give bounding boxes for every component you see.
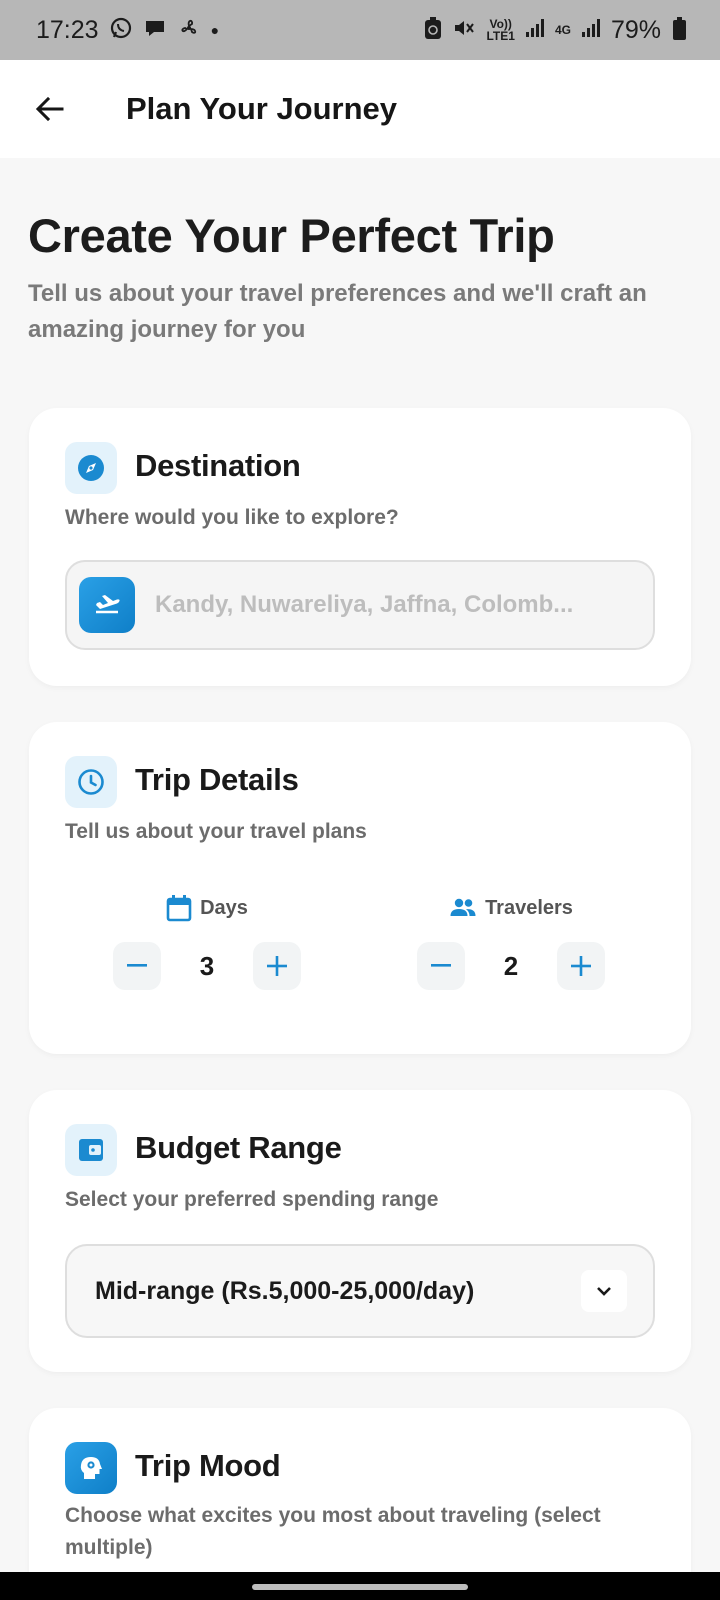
trip-details-subtitle: Tell us about your travel plans <box>65 820 367 843</box>
days-stepper: Days 3 <box>77 892 337 990</box>
destination-title: Destination <box>135 448 301 483</box>
destination-field[interactable] <box>65 560 655 650</box>
app-bar: Plan Your Journey <box>0 60 720 158</box>
days-value: 3 <box>199 950 215 981</box>
budget-card: Budget Range Select your preferred spend… <box>29 1090 691 1372</box>
battery-percent: 79% <box>610 15 661 44</box>
minus-icon <box>431 964 451 967</box>
wallet-icon <box>65 1124 117 1176</box>
budget-subtitle: Select your preferred spending range <box>65 1188 439 1211</box>
calendar-icon <box>166 895 192 922</box>
data-saver-icon <box>424 16 442 44</box>
minus-icon <box>127 964 147 967</box>
trip-mood-subtitle: Choose what excites you most about trave… <box>65 1504 601 1559</box>
travelers-label-row: Travelers <box>381 892 641 924</box>
status-right: Vo)) LTE1 4G 79% <box>424 16 686 45</box>
hero-title: Create Your Perfect Trip <box>28 209 555 262</box>
destination-input[interactable] <box>155 591 625 619</box>
status-bar: 17:23 ● Vo)) LTE1 4G 79% <box>0 0 720 60</box>
compass-icon <box>65 442 117 494</box>
trip-mood-title: Trip Mood <box>135 1448 281 1483</box>
network-type: 4G <box>554 23 571 37</box>
home-gesture-handle[interactable] <box>252 1584 468 1590</box>
plus-icon <box>571 956 591 976</box>
whatsapp-icon <box>109 16 133 44</box>
destination-card: Destination Where would you like to expl… <box>29 408 691 686</box>
clock-icon <box>65 756 117 808</box>
back-button[interactable] <box>20 79 80 139</box>
destination-subtitle: Where would you like to explore? <box>65 506 399 529</box>
days-increment-button[interactable] <box>253 942 301 990</box>
days-controls: 3 <box>77 942 337 990</box>
mood-head-icon <box>65 1442 117 1494</box>
travelers-decrement-button[interactable] <box>417 942 465 990</box>
travelers-label: Travelers <box>485 896 573 919</box>
flight-takeoff-icon <box>79 577 135 633</box>
chevron-down-icon <box>581 1270 627 1312</box>
arrow-left-icon <box>35 96 64 122</box>
fan-icon <box>177 16 201 44</box>
mute-icon <box>452 16 476 44</box>
page-title: Plan Your Journey <box>126 91 398 126</box>
travelers-stepper: Travelers 2 <box>381 892 641 990</box>
status-time: 17:23 <box>36 15 99 44</box>
dot-icon: ● <box>210 22 220 38</box>
trip-details-title: Trip Details <box>135 762 299 797</box>
hero-subtitle: Tell us about your travel preferences an… <box>28 280 647 343</box>
travelers-value: 2 <box>503 950 519 981</box>
group-icon <box>450 898 476 916</box>
days-label: Days <box>200 896 248 919</box>
travelers-increment-button[interactable] <box>557 942 605 990</box>
trip-details-card: Trip Details Tell us about your travel p… <box>29 722 691 1054</box>
chat-icon <box>143 16 167 44</box>
budget-title: Budget Range <box>135 1130 342 1165</box>
budget-selected-value: Mid-range (Rs.5,000-25,000/day) <box>95 1276 475 1305</box>
status-left: 17:23 ● <box>36 16 219 45</box>
signal-icon-2 <box>581 17 601 43</box>
plus-icon <box>267 956 287 976</box>
days-decrement-button[interactable] <box>113 942 161 990</box>
travelers-controls: 2 <box>381 942 641 990</box>
system-nav-bar <box>0 1572 720 1600</box>
volte-indicator: Vo)) LTE1 <box>486 17 515 43</box>
battery-icon <box>673 17 686 40</box>
budget-dropdown[interactable]: Mid-range (Rs.5,000-25,000/day) <box>65 1244 655 1338</box>
days-label-row: Days <box>77 892 337 924</box>
signal-icon <box>525 17 545 43</box>
